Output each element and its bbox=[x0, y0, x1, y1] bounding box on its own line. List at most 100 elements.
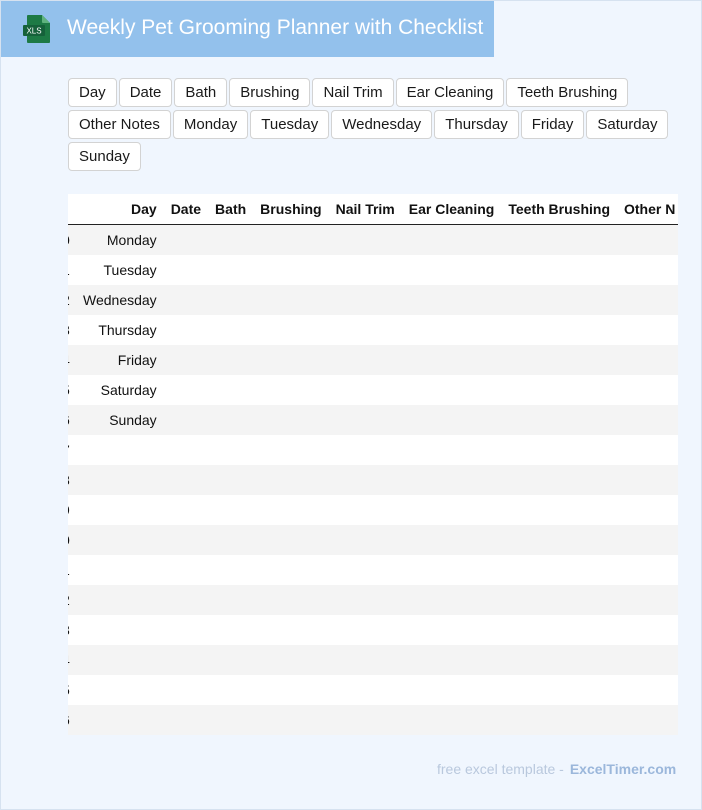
empty-cell[interactable] bbox=[163, 705, 209, 735]
empty-cell[interactable] bbox=[401, 555, 502, 585]
empty-cell[interactable] bbox=[328, 615, 402, 645]
empty-cell[interactable] bbox=[253, 675, 329, 705]
empty-cell[interactable] bbox=[163, 315, 209, 345]
empty-cell[interactable] bbox=[253, 315, 329, 345]
empty-cell[interactable] bbox=[163, 555, 209, 585]
empty-cell[interactable] bbox=[401, 345, 502, 375]
empty-cell[interactable] bbox=[328, 435, 402, 465]
empty-cell[interactable] bbox=[163, 345, 209, 375]
empty-cell[interactable] bbox=[253, 555, 329, 585]
empty-cell[interactable] bbox=[208, 255, 254, 285]
empty-cell[interactable] bbox=[401, 315, 502, 345]
empty-cell[interactable] bbox=[163, 255, 209, 285]
empty-cell[interactable] bbox=[501, 495, 617, 525]
empty-cell[interactable] bbox=[328, 645, 402, 675]
empty-cell[interactable] bbox=[401, 435, 502, 465]
empty-cell[interactable] bbox=[208, 615, 254, 645]
day-cell[interactable] bbox=[76, 465, 164, 495]
empty-cell[interactable] bbox=[253, 465, 329, 495]
empty-cell[interactable] bbox=[617, 255, 678, 285]
empty-cell[interactable] bbox=[253, 645, 329, 675]
empty-cell[interactable] bbox=[328, 345, 402, 375]
empty-cell[interactable] bbox=[328, 255, 402, 285]
empty-cell[interactable] bbox=[401, 224, 502, 255]
empty-cell[interactable] bbox=[401, 705, 502, 735]
empty-cell[interactable] bbox=[253, 375, 329, 405]
day-cell[interactable]: Sunday bbox=[76, 405, 164, 435]
empty-cell[interactable] bbox=[328, 555, 402, 585]
empty-cell[interactable] bbox=[401, 255, 502, 285]
empty-cell[interactable] bbox=[617, 345, 678, 375]
empty-cell[interactable] bbox=[253, 585, 329, 615]
empty-cell[interactable] bbox=[501, 705, 617, 735]
chip-wednesday[interactable]: Wednesday bbox=[331, 110, 433, 139]
empty-cell[interactable] bbox=[328, 315, 402, 345]
empty-cell[interactable] bbox=[501, 645, 617, 675]
empty-cell[interactable] bbox=[328, 285, 402, 315]
empty-cell[interactable] bbox=[401, 615, 502, 645]
empty-cell[interactable] bbox=[328, 495, 402, 525]
empty-cell[interactable] bbox=[617, 375, 678, 405]
empty-cell[interactable] bbox=[163, 525, 209, 555]
empty-cell[interactable] bbox=[163, 285, 209, 315]
empty-cell[interactable] bbox=[401, 465, 502, 495]
chip-day[interactable]: Day bbox=[68, 78, 117, 107]
empty-cell[interactable] bbox=[163, 495, 209, 525]
chip-brushing[interactable]: Brushing bbox=[229, 78, 311, 107]
empty-cell[interactable] bbox=[617, 285, 678, 315]
day-cell[interactable]: Thursday bbox=[76, 315, 164, 345]
empty-cell[interactable] bbox=[163, 405, 209, 435]
day-cell[interactable] bbox=[76, 645, 164, 675]
empty-cell[interactable] bbox=[253, 705, 329, 735]
empty-cell[interactable] bbox=[253, 345, 329, 375]
day-cell[interactable] bbox=[76, 675, 164, 705]
empty-cell[interactable] bbox=[208, 435, 254, 465]
chip-monday[interactable]: Monday bbox=[172, 110, 249, 139]
empty-cell[interactable] bbox=[163, 375, 209, 405]
empty-cell[interactable] bbox=[253, 255, 329, 285]
empty-cell[interactable] bbox=[253, 615, 329, 645]
planner-table-container[interactable]: Day Date Bath Brushing Nail Trim Ear Cleaning… bbox=[68, 194, 678, 735]
empty-cell[interactable] bbox=[208, 224, 254, 255]
empty-cell[interactable] bbox=[401, 585, 502, 615]
empty-cell[interactable] bbox=[401, 285, 502, 315]
empty-cell[interactable] bbox=[208, 285, 254, 315]
chip-saturday[interactable]: Saturday bbox=[586, 110, 669, 139]
empty-cell[interactable] bbox=[501, 435, 617, 465]
empty-cell[interactable] bbox=[501, 405, 617, 435]
empty-cell[interactable] bbox=[253, 435, 329, 465]
chip-sunday[interactable]: Sunday bbox=[68, 142, 141, 171]
empty-cell[interactable] bbox=[401, 405, 502, 435]
empty-cell[interactable] bbox=[501, 315, 617, 345]
empty-cell[interactable] bbox=[208, 375, 254, 405]
empty-cell[interactable] bbox=[253, 495, 329, 525]
empty-cell[interactable] bbox=[501, 285, 617, 315]
empty-cell[interactable] bbox=[617, 555, 678, 585]
chip-bath[interactable]: Bath bbox=[174, 78, 228, 107]
empty-cell[interactable] bbox=[208, 645, 254, 675]
empty-cell[interactable] bbox=[501, 675, 617, 705]
empty-cell[interactable] bbox=[163, 645, 209, 675]
day-cell[interactable] bbox=[76, 615, 164, 645]
empty-cell[interactable] bbox=[617, 465, 678, 495]
empty-cell[interactable] bbox=[501, 615, 617, 645]
empty-cell[interactable] bbox=[401, 675, 502, 705]
empty-cell[interactable] bbox=[253, 224, 329, 255]
empty-cell[interactable] bbox=[208, 555, 254, 585]
empty-cell[interactable] bbox=[163, 224, 209, 255]
empty-cell[interactable] bbox=[401, 645, 502, 675]
empty-cell[interactable] bbox=[253, 285, 329, 315]
empty-cell[interactable] bbox=[617, 525, 678, 555]
day-cell[interactable] bbox=[76, 435, 164, 465]
empty-cell[interactable] bbox=[328, 705, 402, 735]
empty-cell[interactable] bbox=[208, 495, 254, 525]
empty-cell[interactable] bbox=[208, 705, 254, 735]
empty-cell[interactable] bbox=[328, 375, 402, 405]
footer-brand-link[interactable]: ExcelTimer.com bbox=[570, 761, 676, 777]
empty-cell[interactable] bbox=[501, 255, 617, 285]
day-cell[interactable]: Monday bbox=[76, 224, 164, 255]
empty-cell[interactable] bbox=[401, 525, 502, 555]
empty-cell[interactable] bbox=[617, 645, 678, 675]
empty-cell[interactable] bbox=[617, 224, 678, 255]
empty-cell[interactable] bbox=[208, 585, 254, 615]
